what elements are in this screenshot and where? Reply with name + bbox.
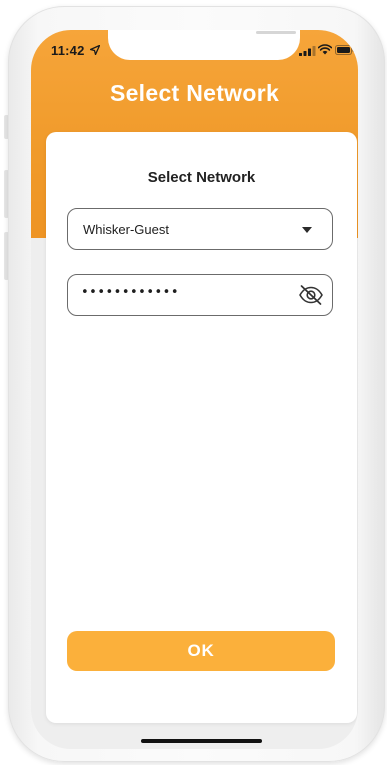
cellular-signal-icon bbox=[299, 46, 316, 56]
wifi-icon bbox=[318, 44, 332, 55]
password-input[interactable]: •••••••••••• bbox=[67, 274, 333, 316]
battery-icon bbox=[335, 45, 354, 55]
speaker-grille bbox=[256, 31, 296, 34]
page-title: Select Network bbox=[109, 80, 280, 106]
ok-button[interactable]: OK bbox=[67, 631, 335, 671]
password-value: •••••••••••• bbox=[81, 285, 180, 300]
device-mockup: 11:42 Select Network Select Network Whis… bbox=[0, 0, 387, 765]
location-arrow-icon bbox=[90, 45, 100, 55]
status-time: 11:42 bbox=[51, 43, 85, 58]
network-select[interactable]: Whisker-Guest bbox=[67, 208, 333, 250]
card-title: Select Network bbox=[147, 169, 256, 186]
network-card: Select Network Whisker-Guest •••••••••••… bbox=[46, 132, 357, 723]
network-select-value: Whisker-Guest bbox=[83, 222, 169, 237]
chevron-down-icon bbox=[302, 227, 312, 233]
app-screen: 11:42 Select Network Select Network Whis… bbox=[31, 30, 358, 749]
notch bbox=[108, 30, 300, 60]
eye-off-icon[interactable] bbox=[298, 284, 324, 306]
home-indicator bbox=[141, 739, 262, 743]
